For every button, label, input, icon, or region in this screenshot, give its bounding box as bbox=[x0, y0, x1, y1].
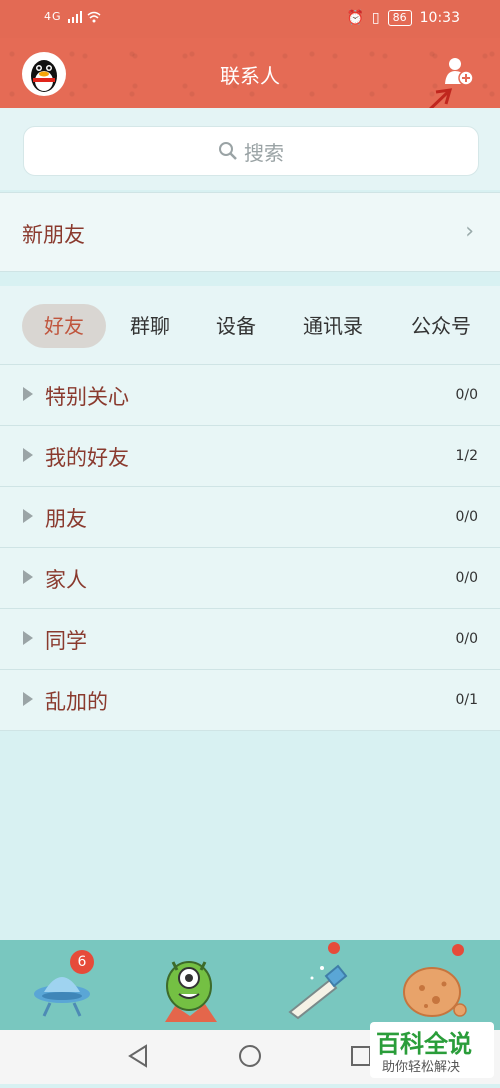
search-placeholder: 搜索 bbox=[244, 140, 284, 165]
expand-triangle-icon bbox=[23, 692, 33, 706]
group-count: 0/1 bbox=[455, 692, 478, 708]
discover-dot bbox=[328, 942, 340, 954]
bottom-nav: 6 bbox=[0, 940, 500, 1030]
planet-me-icon bbox=[403, 967, 467, 1017]
tab-groups[interactable]: 群聊 bbox=[118, 304, 182, 348]
home-icon[interactable] bbox=[239, 1045, 261, 1067]
expand-triangle-icon bbox=[23, 509, 33, 523]
watermark-brand: 百科全说 bbox=[376, 1030, 472, 1058]
back-icon[interactable] bbox=[128, 1044, 147, 1068]
list-item[interactable]: 特别关心 0/0 bbox=[0, 365, 500, 426]
search-area: 搜索 bbox=[0, 108, 500, 190]
group-name: 同学 bbox=[45, 629, 87, 653]
group-name: 家人 bbox=[45, 568, 87, 592]
group-count: 1/2 bbox=[455, 448, 478, 464]
new-friend-label: 新朋友 bbox=[22, 223, 85, 247]
telescope-discover-icon bbox=[288, 964, 348, 1020]
watermark-logo: 百科全说 助你轻松解决 bbox=[370, 1022, 494, 1078]
tab-devices[interactable]: 设备 bbox=[204, 304, 268, 348]
search-input[interactable]: 搜索 bbox=[23, 126, 479, 176]
group-count: 0/0 bbox=[455, 570, 478, 586]
expand-triangle-icon bbox=[23, 448, 33, 462]
list-item[interactable]: 我的好友 1/2 bbox=[0, 426, 500, 487]
nav-contacts[interactable] bbox=[155, 948, 225, 1022]
network-label: 4G bbox=[44, 10, 62, 23]
alarm-icon: ⏰ bbox=[346, 10, 364, 26]
group-name: 朋友 bbox=[45, 507, 87, 531]
list-item[interactable]: 乱加的 0/1 bbox=[0, 670, 500, 731]
status-bar: 4G ⏰ ▯ 86 10:33 bbox=[0, 0, 500, 38]
list-item[interactable]: 朋友 0/0 bbox=[0, 487, 500, 548]
group-name: 乱加的 bbox=[45, 690, 108, 714]
add-contact-button[interactable] bbox=[444, 56, 474, 86]
tab-friends[interactable]: 好友 bbox=[22, 304, 106, 348]
messages-badge: 6 bbox=[70, 950, 94, 974]
clock: 10:33 bbox=[419, 10, 460, 26]
expand-triangle-icon bbox=[23, 570, 33, 584]
group-name: 我的好友 bbox=[45, 446, 129, 470]
list-item[interactable]: 家人 0/0 bbox=[0, 548, 500, 609]
group-name: 特别关心 bbox=[45, 385, 129, 409]
watermark-tagline: 助你轻松解决 bbox=[382, 1060, 461, 1075]
me-dot bbox=[452, 944, 464, 956]
recents-icon[interactable] bbox=[351, 1046, 371, 1066]
battery-indicator: 86 bbox=[387, 10, 412, 26]
app-header: 联系人 bbox=[0, 38, 500, 108]
nav-discover[interactable] bbox=[282, 942, 352, 1022]
group-count: 0/0 bbox=[455, 387, 478, 403]
contact-tabs: 好友 群聊 设备 通讯录 公众号 bbox=[0, 286, 500, 365]
network-indicator: 4G bbox=[44, 10, 102, 23]
group-list: 特别关心 0/0 我的好友 1/2 朋友 0/0 家人 0/0 同学 0/0 乱… bbox=[0, 365, 500, 731]
list-item[interactable]: 同学 0/0 bbox=[0, 609, 500, 670]
page-title: 联系人 bbox=[220, 64, 280, 88]
new-friend-row[interactable]: 新朋友 › bbox=[0, 192, 500, 272]
tab-official-accounts[interactable]: 公众号 bbox=[398, 304, 484, 348]
tab-contacts[interactable]: 通讯录 bbox=[290, 304, 376, 348]
alien-contacts-icon bbox=[165, 961, 217, 1022]
expand-triangle-icon bbox=[23, 387, 33, 401]
group-count: 0/0 bbox=[455, 509, 478, 525]
signal-wifi-icon bbox=[68, 11, 101, 23]
vibrate-icon: ▯ bbox=[371, 10, 380, 26]
chevron-right-icon: › bbox=[465, 219, 474, 244]
add-contact-icon bbox=[445, 58, 474, 86]
expand-triangle-icon bbox=[23, 631, 33, 645]
group-count: 0/0 bbox=[455, 631, 478, 647]
nav-me[interactable] bbox=[400, 944, 470, 1022]
search-icon bbox=[219, 142, 237, 160]
nav-messages[interactable]: 6 bbox=[30, 948, 100, 1022]
